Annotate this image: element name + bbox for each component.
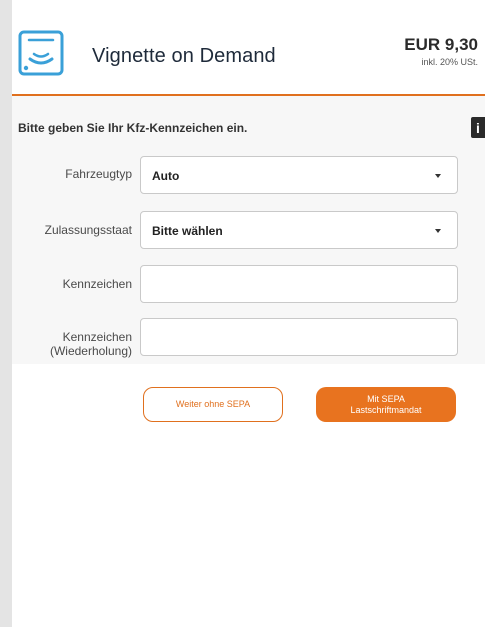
vehicle-type-label: Fahrzeugtyp: [65, 167, 132, 181]
page: Vignette on Demand EUR 9,30 inkl. 20% US…: [12, 0, 485, 627]
plate-repeat-label: Kennzeichen (Wiederholung): [12, 330, 132, 358]
vehicle-type-select[interactable]: Auto: [140, 156, 458, 194]
chevron-down-icon: [435, 174, 441, 178]
price: EUR 9,30: [404, 35, 478, 54]
continue-with-sepa-button[interactable]: Mit SEPA Lastschriftmandat: [316, 387, 456, 422]
country-label: Zulassungsstaat: [44, 223, 132, 237]
continue-with-sepa-label: Mit SEPA Lastschriftmandat: [350, 394, 421, 416]
info-icon[interactable]: i: [471, 117, 485, 138]
continue-with-sepa-label-line2: Lastschriftmandat: [350, 404, 422, 415]
continue-without-sepa-label: Weiter ohne SEPA: [175, 399, 251, 409]
plate-repeat-label-line1: Kennzeichen: [62, 330, 132, 344]
country-select[interactable]: Bitte wählen: [140, 211, 458, 249]
continue-without-sepa-button[interactable]: Weiter ohne SEPA: [143, 387, 283, 422]
country-value: Bitte wählen: [152, 224, 223, 238]
vignette-card-icon: [18, 30, 64, 76]
tax-note: inkl. 20% USt.: [421, 57, 478, 67]
plate-repeat-label-line2: (Wiederholung): [49, 344, 132, 358]
continue-with-sepa-label-line1: Mit SEPA: [367, 393, 405, 404]
vehicle-type-value: Auto: [152, 169, 180, 183]
chevron-down-icon: [435, 229, 441, 233]
plate-input[interactable]: [140, 265, 458, 303]
plate-label: Kennzeichen: [62, 277, 132, 291]
instruction-text: Bitte geben Sie Ihr Kfz-Kennzeichen ein.: [18, 121, 248, 135]
app-title: Vignette on Demand: [92, 45, 276, 67]
header: Vignette on Demand EUR 9,30 inkl. 20% US…: [12, 12, 485, 94]
plate-repeat-input[interactable]: [140, 318, 458, 356]
